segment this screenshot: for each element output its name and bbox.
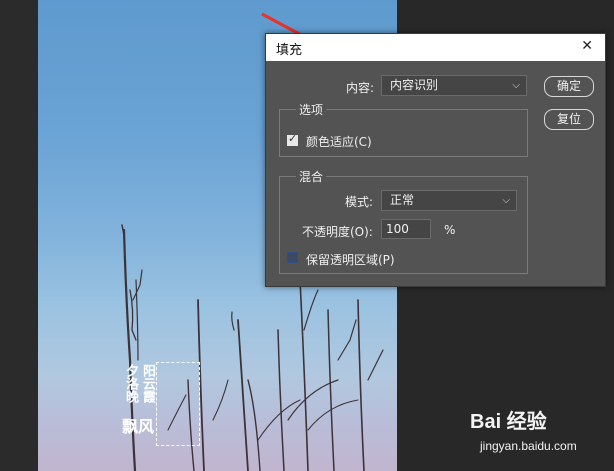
preserve-transparency-checkbox[interactable]: [287, 252, 298, 263]
dialog-titlebar[interactable]: 填充 ✕: [266, 34, 605, 61]
ok-button[interactable]: 确定: [544, 76, 594, 97]
options-group-title: 选项: [296, 101, 327, 118]
mode-select[interactable]: 正常 ⌵: [381, 190, 517, 211]
baidu-logo: Bai 经验: [470, 411, 547, 433]
content-label: 内容:: [346, 81, 375, 95]
opacity-label: 不透明度(O):: [302, 225, 373, 239]
watermark-url: jingyan.baidu.com: [480, 439, 577, 453]
opacity-unit: %: [444, 223, 456, 237]
content-select[interactable]: 内容识别 ⌵: [381, 75, 527, 96]
reset-button[interactable]: 复位: [544, 109, 594, 130]
mode-label: 模式:: [345, 195, 374, 209]
close-icon[interactable]: ✕: [581, 38, 593, 54]
content-select-value: 内容识别: [390, 78, 439, 92]
mode-select-value: 正常: [390, 193, 415, 207]
color-adapt-label[interactable]: 颜色适应(C): [306, 133, 372, 150]
blend-group-title: 混合: [296, 168, 327, 185]
check-icon: ✓: [288, 132, 298, 145]
preserve-transparency-label[interactable]: 保留透明区域(P): [306, 251, 395, 268]
chevron-down-icon: ⌵: [512, 80, 520, 91]
opacity-input[interactable]: 100: [381, 219, 431, 239]
fill-dialog: 填充 ✕ 内容: 内容识别 ⌵ 确定 复位 选项 ✓ 颜色适应(C) 混合 模式…: [265, 33, 606, 287]
dialog-title: 填充: [276, 43, 303, 58]
chevron-down-icon: ⌵: [502, 195, 510, 206]
color-adapt-checkbox[interactable]: ✓: [287, 132, 298, 146]
